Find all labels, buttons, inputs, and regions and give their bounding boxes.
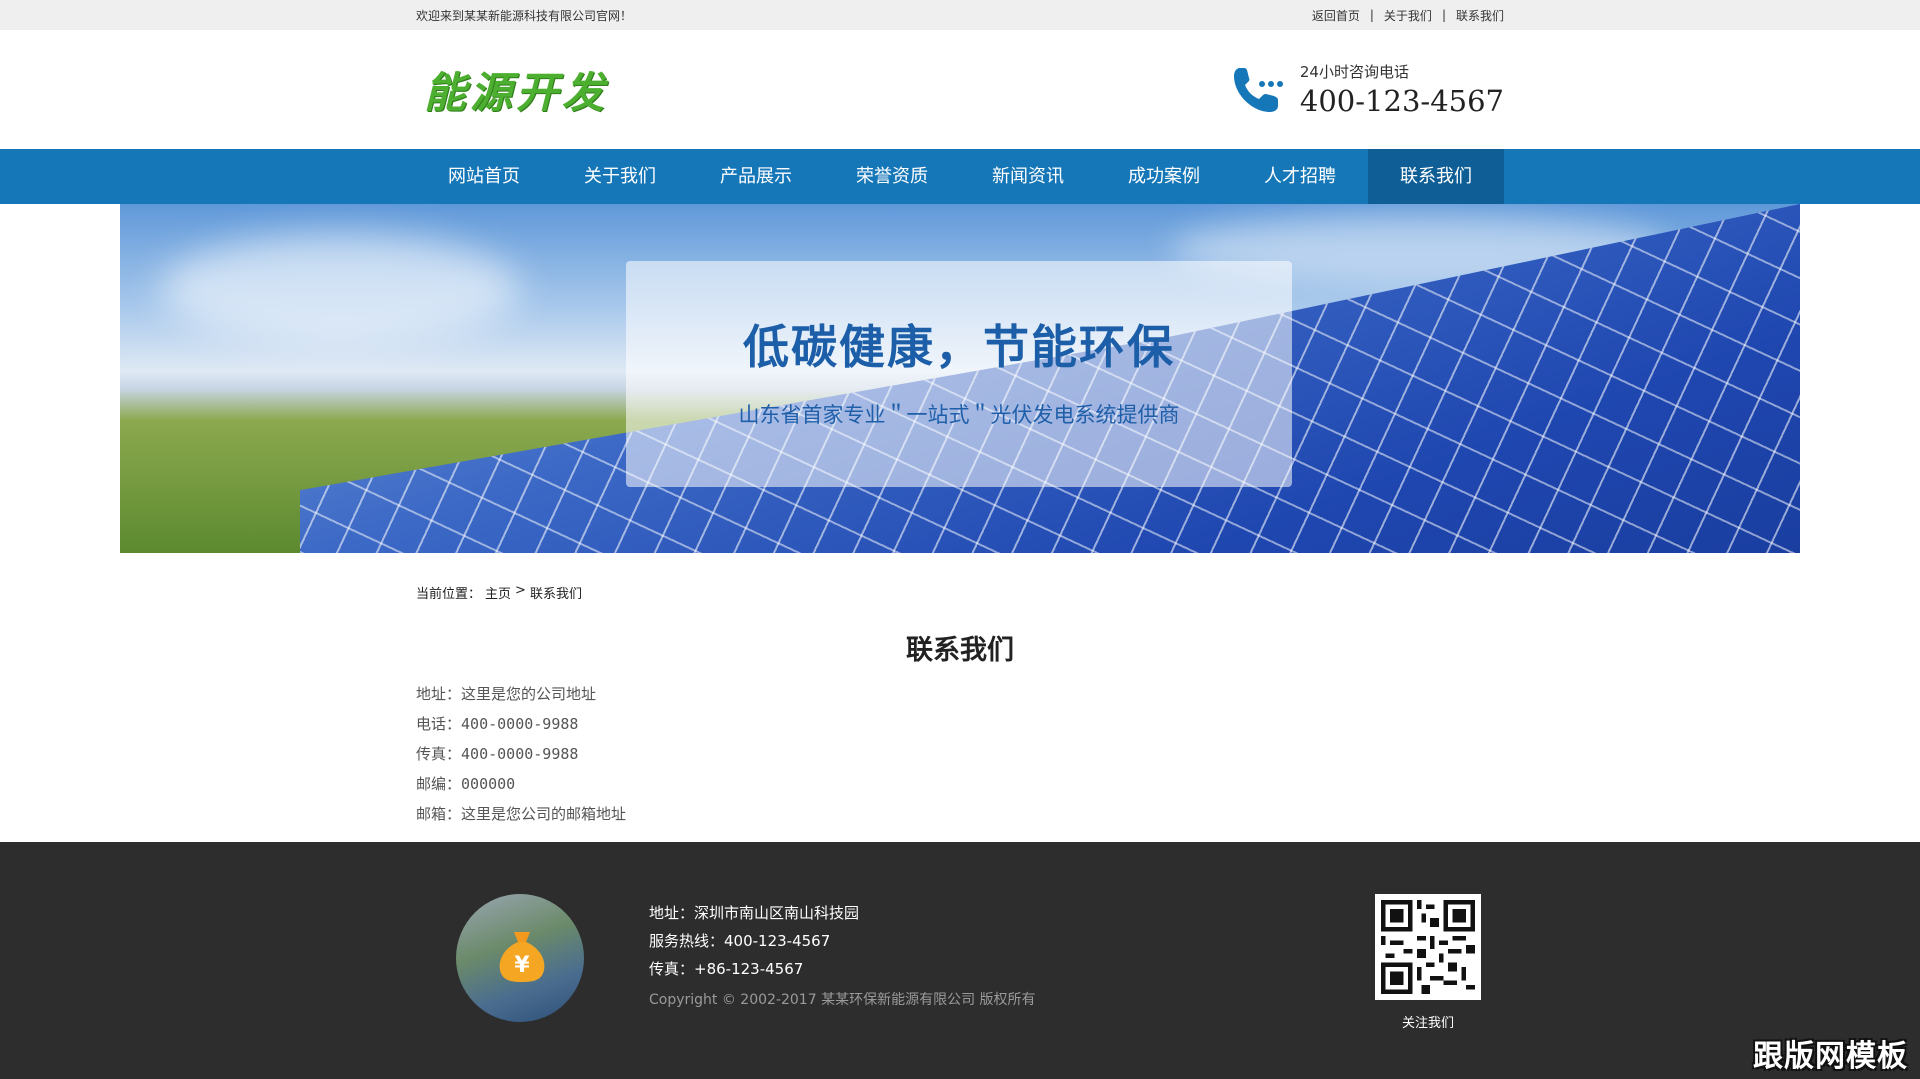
main-content: 当前位置： 主页 > 联系我们 联系我们 地址：这里是您的公司地址 电话：400… — [416, 553, 1504, 829]
hero-banner: 低碳健康，节能环保 山东省首家专业＂一站式＂光伏发电系统提供商 — [120, 204, 1800, 553]
site-logo[interactable]: 能源开发 — [424, 59, 608, 120]
site-footer: ¥ 地址：深圳市南山区南山科技园 服务热线：400-123-4567 传真：+8… — [0, 842, 1920, 1079]
top-link-contact[interactable]: 联系我们 — [1456, 7, 1504, 24]
breadcrumb: 当前位置： 主页 > 联系我们 — [416, 553, 1504, 602]
top-link-home[interactable]: 返回首页 — [1312, 7, 1360, 24]
nav-item-about[interactable]: 关于我们 — [552, 149, 688, 204]
footer-address: 地址：深圳市南山区南山科技园 — [649, 904, 860, 922]
info-row-fax: 传真：400-0000-9988 — [416, 745, 579, 763]
qr-code-image — [1381, 900, 1475, 994]
site-header: 能源开发 24小时咨询电话 400-123-4567 — [0, 30, 1920, 149]
footer-info: 地址：深圳市南山区南山科技园 服务热线：400-123-4567 传真：+86-… — [649, 899, 1036, 1009]
banner-slogan: 低碳健康，节能环保 — [743, 320, 1175, 374]
contact-info: 地址：这里是您的公司地址 电话：400-0000-9988 传真：400-000… — [416, 679, 1504, 829]
page-title: 联系我们 — [906, 635, 1014, 666]
breadcrumb-arrow: > — [515, 583, 526, 598]
info-row-zip: 邮编：000000 — [416, 775, 516, 793]
top-bar: 欢迎来到某某新能源科技有限公司官网！ 返回首页 | 关于我们 | 联系我们 — [0, 0, 1920, 30]
nav-item-products[interactable]: 产品展示 — [688, 149, 824, 204]
money-bag-icon: ¥ — [499, 932, 545, 982]
nav-item-contact[interactable]: 联系我们 — [1368, 149, 1504, 204]
footer-hotline: 服务热线：400-123-4567 — [649, 932, 831, 950]
watermark-logo: 跟版网模板 — [1753, 1039, 1908, 1074]
main-nav: 网站首页 关于我们 产品展示 荣誉资质 新闻资讯 成功案例 人才招聘 联系我们 — [0, 149, 1920, 204]
breadcrumb-home[interactable]: 主页 — [485, 583, 511, 602]
breadcrumb-current[interactable]: 联系我们 — [530, 583, 582, 602]
nav-item-jobs[interactable]: 人才招聘 — [1232, 149, 1368, 204]
info-row-address: 地址：这里是您的公司地址 — [416, 685, 597, 703]
banner-text-panel: 低碳健康，节能环保 山东省首家专业＂一站式＂光伏发电系统提供商 — [626, 261, 1292, 487]
banner-subslogan: 山东省首家专业＂一站式＂光伏发电系统提供商 — [738, 403, 1180, 427]
breadcrumb-prefix: 当前位置： — [416, 587, 482, 602]
nav-item-cases[interactable]: 成功案例 — [1096, 149, 1232, 204]
qr-code — [1375, 894, 1481, 1000]
nav-item-home[interactable]: 网站首页 — [416, 149, 552, 204]
hotline-number: 400-123-4567 — [1299, 84, 1504, 118]
nav-item-honors[interactable]: 荣誉资质 — [824, 149, 960, 204]
qr-caption: 关注我们 — [1401, 1016, 1454, 1031]
footer-fax: 传真：+86-123-4567 — [649, 960, 804, 978]
footer-logo-image: ¥ — [456, 894, 584, 1022]
top-links: 返回首页 | 关于我们 | 联系我们 — [1311, 7, 1504, 24]
top-link-about[interactable]: 关于我们 — [1384, 7, 1432, 24]
footer-copyright: Copyright © 2002-2017 某某环保新能源有限公司 版权所有 — [649, 992, 1036, 1008]
info-row-email: 邮箱：这里是您公司的邮箱地址 — [416, 805, 627, 823]
hotline: 24小时咨询电话 400-123-4567 — [1230, 61, 1504, 118]
nav-item-news[interactable]: 新闻资讯 — [960, 149, 1096, 204]
phone-icon — [1233, 67, 1283, 112]
svg-text:¥: ¥ — [514, 953, 530, 978]
hotline-label: 24小时咨询电话 — [1299, 63, 1409, 81]
info-row-phone: 电话：400-0000-9988 — [416, 715, 579, 733]
welcome-text: 欢迎来到某某新能源科技有限公司官网！ — [416, 8, 633, 23]
